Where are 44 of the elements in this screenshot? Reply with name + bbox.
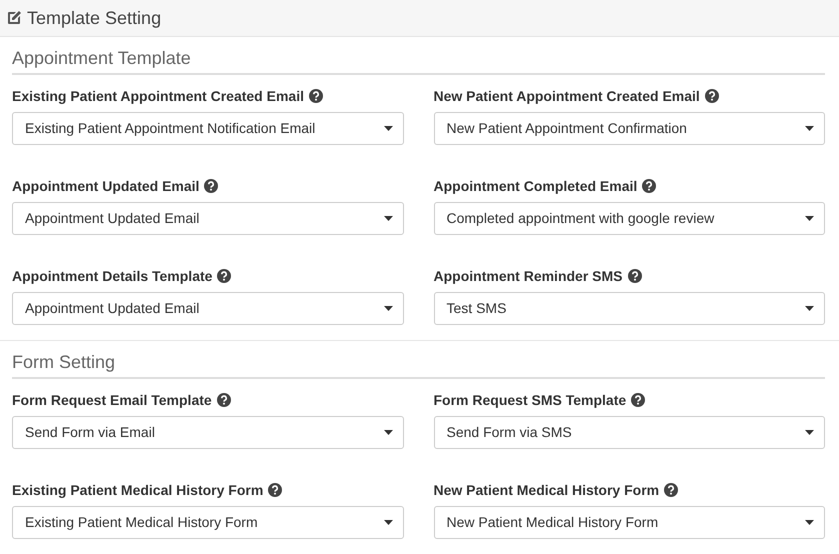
section-title: Form Setting (12, 351, 825, 379)
select-field[interactable]: Existing Patient Appointment Notification Email (12, 112, 404, 145)
caret-icon (384, 430, 392, 435)
field-label: Existing Patient Medical History Form (12, 480, 264, 500)
select-field[interactable]: New Patient Appointment Confirmation (434, 112, 825, 145)
select-field[interactable]: Appointment Updated Email (12, 292, 404, 325)
caret-icon (805, 216, 814, 221)
page-title: Template Setting (27, 6, 162, 30)
field-label: Form Request Email Template (12, 390, 212, 410)
field-label: Appointment Details Template (12, 266, 212, 286)
caret-icon (805, 126, 814, 131)
help-icon[interactable] (628, 269, 642, 283)
field-label: Form Request SMS Template (434, 390, 626, 410)
select-field[interactable]: Completed appointment with google review (434, 202, 825, 235)
help-icon[interactable] (204, 179, 218, 193)
help-icon[interactable] (217, 269, 232, 283)
field-label: Existing Patient Appointment Created Email (12, 86, 304, 106)
caret-icon (384, 520, 392, 525)
help-icon[interactable] (704, 89, 719, 103)
caret-icon (805, 430, 814, 435)
select-field[interactable]: New Patient Medical History Form (434, 506, 825, 539)
caret-icon (384, 306, 392, 311)
help-icon[interactable] (308, 89, 323, 103)
select-field[interactable]: Send Form via Email (12, 416, 404, 449)
caret-icon (384, 216, 392, 221)
help-icon[interactable] (216, 393, 231, 407)
field-label: Appointment Completed Email (434, 176, 638, 196)
caret-icon (805, 306, 814, 311)
help-icon[interactable] (631, 393, 646, 407)
edit-icon (6, 10, 22, 26)
help-icon[interactable] (664, 483, 678, 497)
select-field[interactable]: Send Form via SMS (434, 416, 825, 449)
field-label: Appointment Reminder SMS (434, 266, 623, 286)
help-icon[interactable] (642, 179, 656, 193)
help-icon[interactable] (268, 483, 282, 497)
section-title: Appointment Template (12, 47, 825, 75)
caret-icon (384, 126, 392, 131)
select-field[interactable]: Existing Patient Medical History Form (12, 506, 404, 539)
select-field[interactable]: Appointment Updated Email (12, 202, 404, 235)
caret-icon (805, 520, 814, 525)
field-label: New Patient Appointment Created Email (434, 86, 700, 106)
select-field[interactable]: Test SMS (434, 292, 825, 325)
field-label: New Patient Medical History Form (434, 480, 660, 500)
field-label: Appointment Updated Email (12, 176, 200, 196)
